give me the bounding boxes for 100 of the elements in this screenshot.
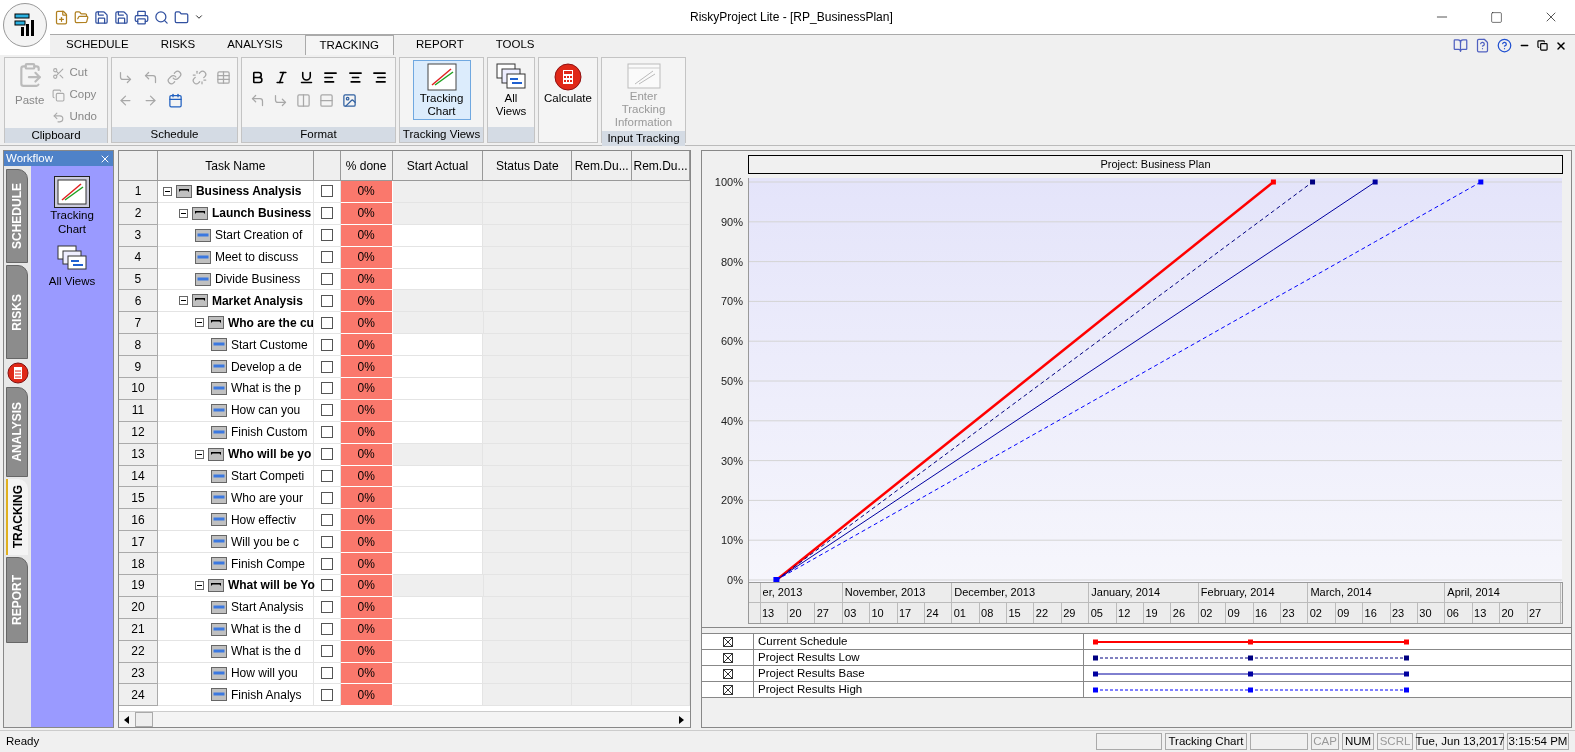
checkbox[interactable] (320, 404, 333, 417)
checkbox[interactable] (320, 448, 333, 461)
checkbox[interactable] (320, 185, 333, 198)
checkbox[interactable] (320, 491, 333, 504)
task-name: How will you (230, 665, 298, 683)
table-cell (632, 443, 690, 466)
crossed-box-icon[interactable] (722, 668, 733, 679)
checkbox[interactable] (320, 273, 333, 285)
crossed-box-icon[interactable] (722, 652, 733, 663)
percent-done-cell: 0% (340, 312, 393, 335)
checkbox[interactable] (320, 316, 333, 329)
checkbox[interactable] (320, 645, 333, 658)
task-name: Who are your (230, 489, 303, 507)
checkbox[interactable] (320, 360, 333, 373)
open-folder-icon[interactable] (74, 9, 89, 25)
percent-done-cell: 0% (340, 356, 393, 378)
y-axis-label: 60% (720, 334, 743, 349)
column-header[interactable]: Start Actual (392, 151, 484, 181)
ribbon-tab[interactable]: ANALYSIS (217, 35, 293, 55)
table-cell (632, 202, 690, 225)
align-left-icon[interactable] (323, 70, 339, 85)
ribbon-large-button[interactable]: Calculate (541, 60, 595, 107)
print-icon[interactable] (134, 9, 149, 25)
collapse-toggle[interactable] (178, 208, 188, 218)
help-icon[interactable] (1497, 38, 1512, 53)
picture-icon[interactable] (342, 93, 357, 108)
collapse-toggle[interactable] (162, 186, 172, 196)
folder-icon[interactable] (174, 9, 189, 25)
ribbon-tab[interactable]: REPORT (406, 35, 474, 55)
dropdown-icon[interactable] (194, 12, 204, 22)
checkbox[interactable] (320, 426, 333, 439)
checkbox[interactable] (320, 338, 333, 351)
month-label: March, 2014 (1308, 583, 1446, 602)
task-icon (210, 360, 227, 374)
task-icon (210, 600, 227, 614)
collapse-toggle[interactable] (194, 318, 204, 328)
table-cell (632, 378, 690, 400)
save-icon[interactable] (94, 9, 109, 25)
line-chart-icon (426, 63, 457, 91)
bold-icon[interactable] (250, 70, 265, 85)
checkbox[interactable] (320, 470, 333, 482)
preview-icon[interactable] (154, 9, 169, 25)
month-label: December, 2013 (952, 583, 1090, 602)
table-cell (632, 531, 690, 554)
crossed-box-icon[interactable] (722, 636, 733, 647)
new-file-icon[interactable] (54, 9, 69, 25)
task-name: Start Analysis (230, 599, 304, 617)
task-icon (210, 622, 227, 636)
checkbox[interactable] (320, 557, 333, 570)
app-logo-icon[interactable] (3, 3, 47, 47)
align-center-icon[interactable] (347, 70, 363, 85)
checkbox[interactable] (320, 667, 333, 680)
align-right-icon[interactable] (371, 70, 387, 85)
checkbox[interactable] (320, 688, 333, 701)
ribbon-tab[interactable]: TOOLS (485, 35, 545, 55)
checkbox[interactable] (320, 623, 333, 636)
task-name: Meet to discuss (214, 249, 299, 267)
workflow-item[interactable]: Tracking Chart (42, 176, 102, 236)
ribbon-large-button[interactable]: Tracking Chart (412, 60, 471, 120)
ribbon-large-button[interactable]: All Views (491, 60, 531, 120)
row-number: 17 (119, 531, 158, 554)
checkbox[interactable] (320, 229, 333, 242)
checkbox[interactable] (320, 513, 333, 526)
ribbon-tab[interactable]: TRACKING (304, 35, 394, 55)
italic-icon[interactable] (274, 70, 290, 85)
collapse-toggle[interactable] (194, 580, 204, 590)
column-header[interactable]: % done (340, 151, 393, 181)
column-header[interactable]: Rem.Du... (572, 151, 633, 181)
maximize-icon[interactable] (1490, 10, 1503, 24)
checkbox[interactable] (320, 251, 333, 264)
checkbox[interactable] (320, 207, 333, 220)
close-icon[interactable] (1555, 39, 1567, 52)
table-cell (632, 421, 690, 444)
collapse-toggle[interactable] (178, 296, 188, 306)
scroll-thumb[interactable] (135, 712, 153, 727)
underline-icon[interactable] (298, 70, 314, 85)
horizontal-scrollbar[interactable] (119, 711, 690, 727)
checkbox[interactable] (320, 294, 333, 307)
checkbox[interactable] (320, 601, 333, 614)
checkbox[interactable] (320, 382, 333, 395)
crossed-box-icon[interactable] (722, 684, 733, 695)
restore-icon[interactable] (1537, 40, 1548, 51)
column-header[interactable]: Status Date (483, 151, 573, 181)
checkbox[interactable] (320, 579, 333, 592)
table-cell (632, 509, 690, 532)
save-as-icon[interactable] (114, 9, 129, 25)
checkbox[interactable] (320, 535, 333, 548)
workflow-item[interactable]: All Views (42, 242, 102, 288)
column-header[interactable]: Rem.Du... (632, 151, 690, 181)
collapse-toggle[interactable] (194, 449, 204, 459)
help-document-icon[interactable] (1475, 38, 1490, 53)
y-axis-label: 90% (720, 214, 743, 229)
column-header[interactable]: Task Name (157, 151, 314, 181)
row-number: 22 (119, 640, 158, 663)
workflow-tab[interactable]: TRACKING (6, 479, 28, 555)
calculator-icon[interactable] (4, 361, 31, 385)
calendar-icon[interactable] (168, 93, 183, 108)
ribbon-tab[interactable]: SCHEDULE (56, 35, 139, 55)
ribbon-tab[interactable]: RISKS (150, 35, 206, 55)
help-book-icon[interactable] (1453, 38, 1468, 53)
